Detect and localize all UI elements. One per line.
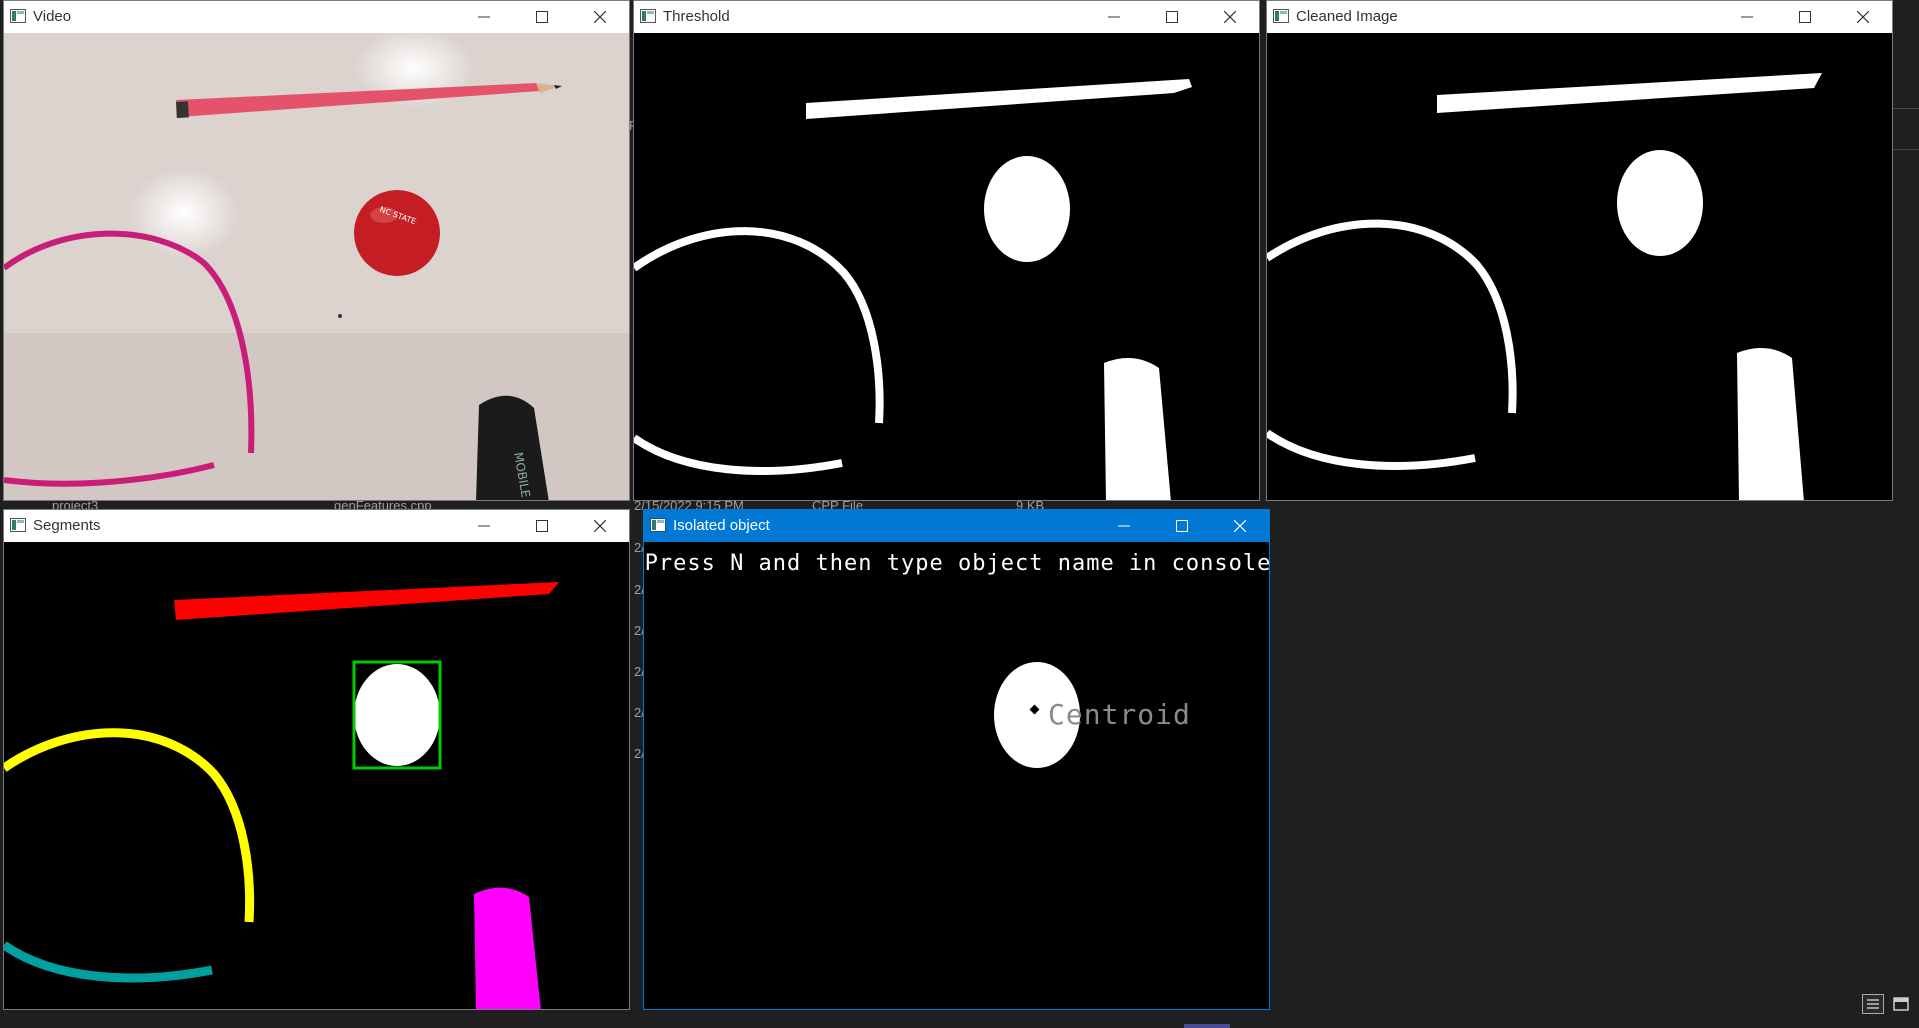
maximize-button[interactable]	[1143, 1, 1201, 33]
window-icon	[1273, 9, 1289, 23]
close-button[interactable]	[1211, 510, 1269, 542]
close-icon	[1234, 520, 1246, 532]
taskbar-accent	[1184, 1024, 1230, 1028]
window-icon	[650, 518, 666, 532]
close-button[interactable]	[1201, 1, 1259, 33]
minimize-icon	[478, 525, 490, 527]
maximize-icon	[536, 11, 548, 23]
close-button[interactable]	[1834, 1, 1892, 33]
title-bar[interactable]: Isolated object	[644, 510, 1269, 542]
ball-blob	[1617, 150, 1703, 256]
minimize-button[interactable]	[455, 510, 513, 542]
window-icon	[10, 518, 26, 532]
panel-edge	[1890, 108, 1919, 150]
title-bar[interactable]: Video	[4, 1, 629, 33]
maximize-button[interactable]	[513, 510, 571, 542]
threshold-frame	[634, 33, 1259, 500]
maximize-button[interactable]	[513, 1, 571, 33]
window-title: Isolated object	[673, 517, 770, 534]
minimize-button[interactable]	[1718, 1, 1776, 33]
cleaned-image-window[interactable]: Cleaned Image	[1266, 0, 1893, 501]
minimize-icon	[1118, 525, 1130, 527]
ball-blob	[984, 156, 1070, 262]
minimize-button[interactable]	[1085, 1, 1143, 33]
close-icon	[594, 11, 606, 23]
title-bar[interactable]: Segments	[4, 510, 629, 542]
video-frame: NC STATE MOBILE	[4, 33, 629, 500]
maximize-icon	[536, 520, 548, 532]
title-bar[interactable]: Threshold	[634, 1, 1259, 33]
window-title: Video	[33, 8, 72, 25]
window-icon	[640, 9, 656, 23]
minimize-icon	[478, 16, 490, 18]
title-bar[interactable]: Cleaned Image	[1267, 1, 1892, 33]
centroid-label: Centroid	[1048, 698, 1191, 731]
window-title: Threshold	[663, 8, 730, 25]
window-icon	[10, 9, 26, 23]
minimize-button[interactable]	[455, 1, 513, 33]
segments-window[interactable]: Segments	[3, 509, 630, 1010]
maximize-button[interactable]	[1153, 510, 1211, 542]
threshold-window[interactable]: Threshold	[633, 0, 1260, 501]
minimize-icon	[1108, 16, 1120, 18]
close-button[interactable]	[571, 510, 629, 542]
segments-frame	[4, 542, 629, 1009]
close-icon	[1857, 11, 1869, 23]
maximize-icon	[1166, 11, 1178, 23]
window-title: Cleaned Image	[1296, 8, 1398, 25]
console-instruction: Press N and then type object name in con…	[645, 551, 1269, 576]
close-icon	[594, 520, 606, 532]
close-button[interactable]	[571, 1, 629, 33]
maximize-icon	[1799, 11, 1811, 23]
isolated-frame: Press N and then type object name in con…	[644, 542, 1269, 1009]
list-view-icon[interactable]	[1862, 994, 1884, 1014]
tile-view-icon[interactable]	[1890, 994, 1912, 1014]
video-window[interactable]: Video NC STATE MOBILE	[3, 0, 630, 501]
cleaned-frame	[1267, 33, 1892, 500]
minimize-icon	[1741, 16, 1753, 18]
red-ball	[354, 190, 440, 276]
ball-segment	[354, 664, 440, 766]
isolated-object-window[interactable]: Isolated object Press N and then type ob…	[643, 509, 1270, 1010]
light-glare	[129, 168, 239, 258]
close-icon	[1224, 11, 1236, 23]
maximize-icon	[1176, 520, 1188, 532]
maximize-button[interactable]	[1776, 1, 1834, 33]
window-title: Segments	[33, 517, 101, 534]
minimize-button[interactable]	[1095, 510, 1153, 542]
